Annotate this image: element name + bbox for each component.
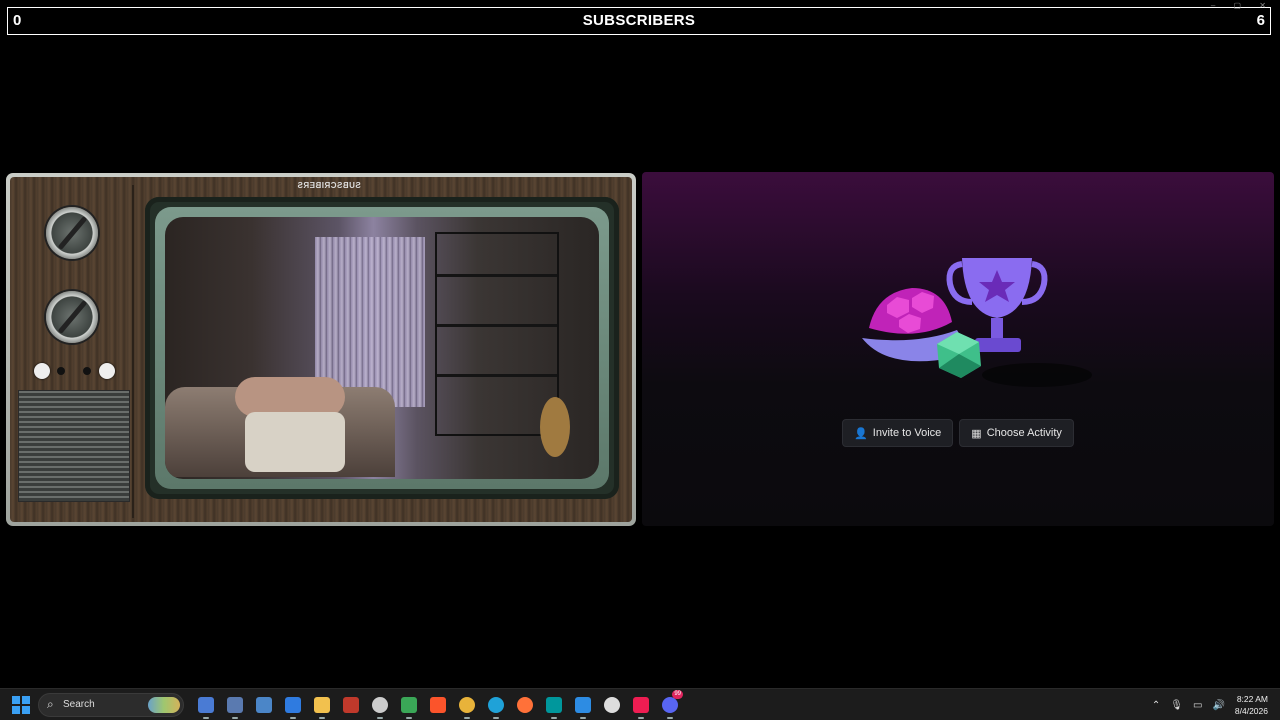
speaker-icon[interactable]: 🔊 bbox=[1212, 700, 1224, 711]
clock[interactable]: 8:22 AM 8/4/2026 bbox=[1235, 693, 1268, 717]
pinned-apps: 99 bbox=[191, 690, 684, 719]
webcam-feed bbox=[165, 217, 599, 479]
openai-icon[interactable] bbox=[597, 694, 626, 716]
tv-indicator-left-icon bbox=[57, 367, 65, 375]
subscriber-goal-count: 6 bbox=[1256, 12, 1265, 29]
activity-illustration-icon bbox=[862, 258, 1092, 387]
search-highlight-icon bbox=[148, 697, 180, 713]
window-controls[interactable]: – ▢ ✕ bbox=[1211, 1, 1274, 10]
tv-control-panel bbox=[10, 185, 134, 518]
vpn-icon[interactable] bbox=[394, 694, 423, 719]
edge-icon[interactable] bbox=[481, 694, 510, 719]
obs-icon[interactable] bbox=[365, 694, 394, 719]
channel-knob-icon bbox=[46, 207, 98, 259]
network-icon[interactable]: ▭ bbox=[1193, 700, 1202, 711]
windows-logo-icon bbox=[12, 696, 20, 704]
voicemeeter-icon[interactable] bbox=[336, 694, 365, 716]
microphone-icon[interactable]: 🎙 bbox=[1170, 700, 1183, 711]
app-blue-r-icon[interactable] bbox=[278, 694, 307, 719]
speaker-grille bbox=[18, 390, 130, 502]
clock-date: 8/4/2026 bbox=[1234, 706, 1268, 716]
tv-brand-label: SUBSCRIBERS bbox=[297, 181, 361, 190]
invite-to-voice-label: Invite to Voice bbox=[872, 427, 942, 439]
file-explorer-icon[interactable] bbox=[307, 694, 336, 719]
system-tray: ⌃ 🎙 ▭ 🔊 8:22 AM 8/4/2026 bbox=[1152, 689, 1268, 720]
brave-icon[interactable] bbox=[423, 694, 452, 716]
voice-channel-panel: 👤 Invite to Voice ▦ Choose Activity bbox=[642, 172, 1274, 526]
clock-time: 8:22 AM bbox=[1236, 694, 1268, 704]
invite-to-voice-button[interactable]: 👤 Invite to Voice bbox=[842, 419, 954, 447]
remote-desktop-icon[interactable] bbox=[249, 694, 278, 716]
arduino-icon[interactable] bbox=[539, 694, 568, 719]
subscriber-title: SUBSCRIBERS bbox=[582, 12, 696, 29]
volume-knob-icon bbox=[46, 291, 98, 343]
choose-activity-label: Choose Activity bbox=[986, 427, 1062, 439]
choose-activity-button[interactable]: ▦ Choose Activity bbox=[959, 419, 1074, 447]
discord-icon[interactable]: 99 bbox=[655, 690, 684, 719]
network-tool-icon[interactable] bbox=[220, 694, 249, 719]
search-icon: ⌕ bbox=[47, 697, 54, 711]
start-button[interactable] bbox=[12, 696, 30, 714]
app-r-icon[interactable] bbox=[191, 694, 220, 719]
vscode-icon[interactable] bbox=[568, 694, 597, 719]
retro-tv-frame: SUBSCRIBERS bbox=[6, 173, 636, 526]
taskbar-search[interactable]: ⌕ Search bbox=[38, 693, 184, 717]
tv-indicator-right-icon bbox=[83, 367, 91, 375]
search-label: Search bbox=[63, 699, 95, 710]
activity-grid-icon: ▦ bbox=[971, 427, 982, 440]
add-user-icon: 👤 bbox=[854, 427, 868, 440]
chrome-icon[interactable] bbox=[452, 694, 481, 719]
subscriber-bar: 0 SUBSCRIBERS 6 bbox=[7, 7, 1271, 35]
tv-screen-bezel bbox=[145, 197, 619, 499]
tv-button-right-icon bbox=[99, 363, 115, 379]
tv-button-left-icon bbox=[34, 363, 50, 379]
discord-notification-badge: 99 bbox=[672, 690, 683, 699]
taskbar: ⌕ Search 99 ⌃ 🎙 ▭ 🔊 8:22 AM 8/4/2026 bbox=[0, 688, 1280, 720]
firefox-icon[interactable] bbox=[510, 694, 539, 716]
chevron-up-icon[interactable]: ⌃ bbox=[1152, 700, 1160, 711]
tiktok-icon[interactable] bbox=[626, 694, 655, 719]
